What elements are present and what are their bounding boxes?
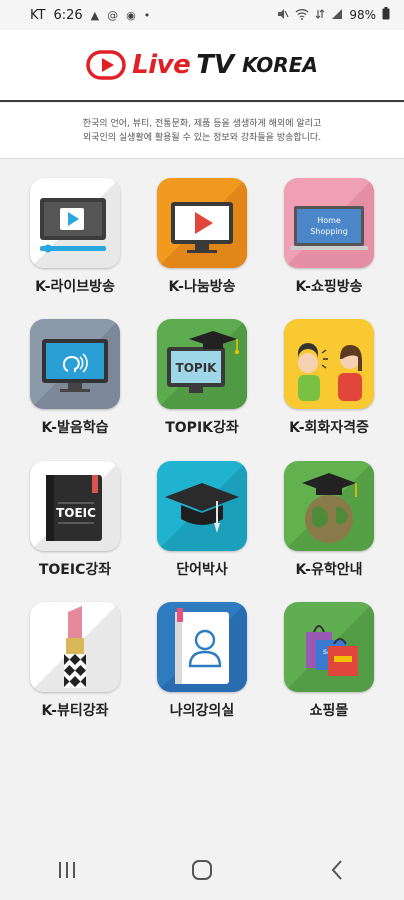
data-icon <box>315 8 325 23</box>
menu-label: 나의강의실 <box>169 703 235 719</box>
toeic-book-icon: TOEIC <box>30 461 120 551</box>
menu-label: 단어박사 <box>176 562 228 578</box>
menu-label: K-나눔방송 <box>168 279 236 295</box>
shopping-tv-icon: Home Shopping <box>284 178 374 268</box>
menu-label: K-회화자격증 <box>289 420 369 436</box>
app-logo: Live TV KOREA <box>86 50 318 80</box>
description-line-1: 한국의 언어, 뷰티, 전통문화, 제품 등을 생생하게 해외에 알리고 <box>82 118 322 129</box>
topik-icon: TOPIK <box>157 319 247 409</box>
menu-label: TOPIK강좌 <box>165 420 239 436</box>
battery-icon <box>382 7 390 23</box>
menu-item-word-doctor[interactable]: 단어박사 <box>147 461 257 579</box>
chat-icon: ◉ <box>126 8 136 22</box>
menu-item-k-pronunciation[interactable]: K-발음학습 <box>20 319 130 437</box>
logo-tv-text: TV <box>196 50 235 80</box>
lipstick-icon <box>30 602 120 692</box>
svg-text:TOPIK: TOPIK <box>176 361 218 375</box>
graduation-cap-icon <box>157 461 247 551</box>
menu-label: K-라이브방송 <box>35 279 115 295</box>
dot-icon: • <box>143 8 151 22</box>
description-line-2: 외국인의 실생활에 활용될 수 있는 정보와 강좌들을 방송합니다. <box>82 132 322 143</box>
home-icon[interactable] <box>172 850 232 890</box>
logo-korea-text: KOREA <box>242 53 318 77</box>
globe-cap-icon <box>284 461 374 551</box>
menu-item-shopping-mall[interactable]: sale 쇼핑몰 <box>274 602 384 720</box>
share-tv-icon <box>157 178 247 268</box>
mute-icon <box>277 8 289 23</box>
carrier: KT <box>30 7 46 23</box>
menu-item-topik[interactable]: TOPIK TOPIK강좌 <box>147 319 257 437</box>
svg-text:Shopping: Shopping <box>310 227 348 236</box>
menu-label: K-발음학습 <box>41 420 109 436</box>
menu-item-k-beauty[interactable]: K-뷰티강좌 <box>20 602 130 720</box>
play-logo-icon <box>86 50 126 80</box>
app-description: 한국의 언어, 뷰티, 전통문화, 제품 등을 생생하게 해외에 알리고 외국인… <box>0 103 404 159</box>
shopping-bag-icon: sale <box>284 602 374 692</box>
live-tv-icon <box>30 178 120 268</box>
menu-item-toeic[interactable]: TOEIC TOEIC강좌 <box>20 461 130 579</box>
signal-icon <box>331 8 343 23</box>
menu-item-k-live[interactable]: K-라이브방송 <box>20 178 130 296</box>
menu-label: K-뷰티강좌 <box>41 703 109 719</box>
conversation-icon <box>284 319 374 409</box>
menu-item-k-shopping[interactable]: Home Shopping K-쇼핑방송 <box>274 178 384 296</box>
app-header: Live TV KOREA <box>0 30 404 102</box>
pronunciation-icon <box>30 319 120 409</box>
menu-item-k-study-abroad[interactable]: K-유학안내 <box>274 461 384 579</box>
status-bar: KT 6:26 ▲ @ ◉ • 98% <box>0 0 404 30</box>
menu-label: K-유학안내 <box>295 562 363 578</box>
svg-text:TOEIC: TOEIC <box>56 506 96 520</box>
battery-percent: 98% <box>349 8 376 22</box>
menu-label: K-쇼핑방송 <box>295 279 363 295</box>
home-shopping-text: Home <box>317 216 341 225</box>
menu-item-k-conversation[interactable]: K-회화자격증 <box>274 319 384 437</box>
back-icon[interactable] <box>307 850 367 890</box>
wifi-icon <box>295 8 309 23</box>
system-nav-bar <box>0 840 404 900</box>
at-icon: @ <box>107 8 119 22</box>
image-icon: ▲ <box>90 8 100 22</box>
clock: 6:26 <box>53 7 83 23</box>
profile-icon <box>157 602 247 692</box>
menu-label: 쇼핑몰 <box>309 703 349 719</box>
menu-item-k-share[interactable]: K-나눔방송 <box>147 178 257 296</box>
logo-live-text: Live <box>132 50 191 80</box>
recent-apps-icon[interactable] <box>37 850 97 890</box>
menu-label: TOEIC강좌 <box>38 562 112 578</box>
menu-item-my-classroom[interactable]: 나의강의실 <box>147 602 257 720</box>
